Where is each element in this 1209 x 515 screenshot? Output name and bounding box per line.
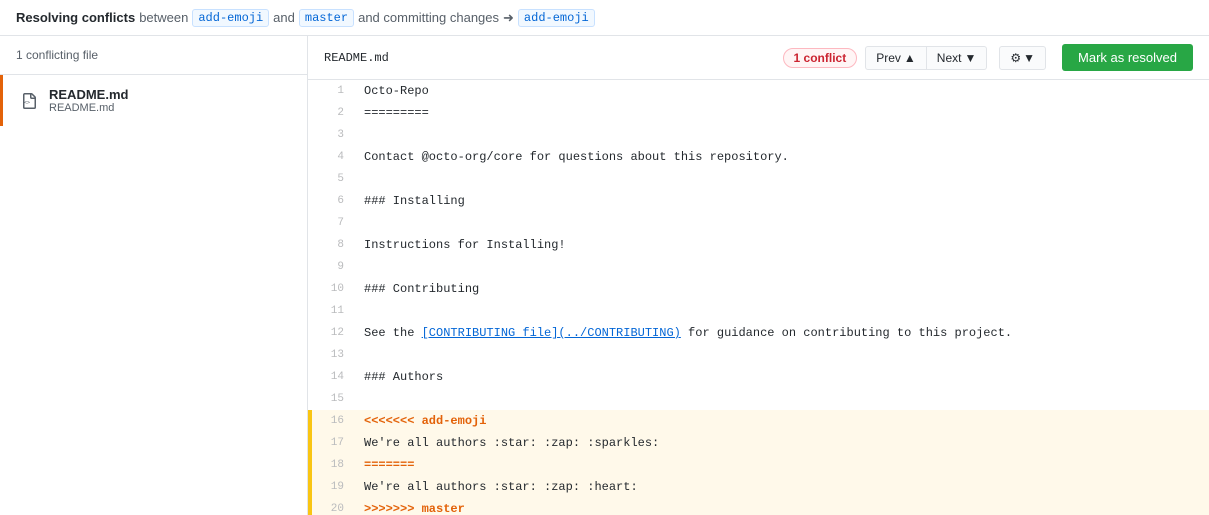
gear-button[interactable]: ⚙ ▼ — [999, 46, 1046, 70]
line-number: 11 — [312, 300, 356, 322]
sidebar: 1 conflicting file <> README.md README.m… — [0, 36, 308, 515]
prev-button[interactable]: Prev ▲ — [865, 46, 927, 70]
file-name-primary: README.md — [49, 87, 128, 102]
line-number: 14 — [312, 366, 356, 388]
line-row: 19We're all authors :star: :zap: :heart: — [308, 476, 1209, 498]
line-content: >>>>>>> master — [356, 498, 1209, 515]
and2-label: and committing changes — [358, 10, 499, 25]
code-area: 1Octo-Repo2=========34Contact @octo-org/… — [308, 80, 1209, 515]
line-row: 4Contact @octo-org/core for questions ab… — [308, 146, 1209, 168]
main-layout: 1 conflicting file <> README.md README.m… — [0, 36, 1209, 515]
line-number: 8 — [312, 234, 356, 256]
line-content — [356, 344, 1209, 366]
line-number: 3 — [312, 124, 356, 146]
file-icon: <> — [19, 91, 39, 111]
sidebar-header: 1 conflicting file — [0, 36, 307, 75]
line-row: 5 — [308, 168, 1209, 190]
line-content: ### Authors — [356, 366, 1209, 388]
contributing-link[interactable]: [CONTRIBUTING file](../CONTRIBUTING) — [422, 326, 681, 340]
line-number: 1 — [312, 80, 356, 102]
line-content: Contact @octo-org/core for questions abo… — [356, 146, 1209, 168]
line-content — [356, 124, 1209, 146]
line-row: 9 — [308, 256, 1209, 278]
line-row: 16<<<<<<< add-emoji — [308, 410, 1209, 432]
line-number: 10 — [312, 278, 356, 300]
svg-text:<>: <> — [24, 100, 30, 106]
line-row: 10### Contributing — [308, 278, 1209, 300]
sidebar-file-item[interactable]: <> README.md README.md — [0, 75, 307, 126]
line-row: 14### Authors — [308, 366, 1209, 388]
line-number: 4 — [312, 146, 356, 168]
prev-chevron-icon: ▲ — [904, 51, 916, 65]
line-content: ### Contributing — [356, 278, 1209, 300]
conflict-badge: 1 conflict — [783, 48, 858, 68]
line-row: 3 — [308, 124, 1209, 146]
branch3-badge[interactable]: add-emoji — [518, 9, 595, 27]
line-content: We're all authors :star: :zap: :sparkles… — [356, 432, 1209, 454]
branch1-badge[interactable]: add-emoji — [192, 9, 269, 27]
next-chevron-icon: ▼ — [964, 51, 976, 65]
line-number: 16 — [312, 410, 356, 432]
line-row: 2========= — [308, 102, 1209, 124]
line-number: 2 — [312, 102, 356, 124]
next-button[interactable]: Next ▼ — [927, 46, 988, 70]
line-number: 6 — [312, 190, 356, 212]
prev-label: Prev — [876, 51, 901, 65]
line-number: 15 — [312, 388, 356, 410]
line-number: 20 — [312, 498, 356, 515]
line-content — [356, 300, 1209, 322]
top-bar: Resolving conflicts between add-emoji an… — [0, 0, 1209, 36]
line-content: ======= — [356, 454, 1209, 476]
line-content — [356, 168, 1209, 190]
between-label: between — [139, 10, 188, 25]
arrow-icon: ➜ — [503, 10, 514, 26]
line-row: 11 — [308, 300, 1209, 322]
resolving-label: Resolving conflicts — [16, 10, 135, 25]
nav-buttons: Prev ▲ Next ▼ — [865, 46, 987, 70]
line-content — [356, 388, 1209, 410]
line-row: 12See the [CONTRIBUTING file](../CONTRIB… — [308, 322, 1209, 344]
file-header: README.md 1 conflict Prev ▲ Next ▼ ⚙ ▼ M… — [308, 36, 1209, 80]
line-content: <<<<<<< add-emoji — [356, 410, 1209, 432]
and1-label: and — [273, 10, 295, 25]
line-number: 18 — [312, 454, 356, 476]
line-content: Instructions for Installing! — [356, 234, 1209, 256]
line-row: 18======= — [308, 454, 1209, 476]
branch2-badge[interactable]: master — [299, 9, 354, 27]
line-content: ========= — [356, 102, 1209, 124]
mark-resolved-button[interactable]: Mark as resolved — [1062, 44, 1193, 71]
line-content — [356, 212, 1209, 234]
line-content: Octo-Repo — [356, 80, 1209, 102]
file-info: README.md README.md — [49, 87, 128, 114]
line-content: See the [CONTRIBUTING file](../CONTRIBUT… — [356, 322, 1209, 344]
line-content: We're all authors :star: :zap: :heart: — [356, 476, 1209, 498]
line-row: 7 — [308, 212, 1209, 234]
gear-icon: ⚙ — [1010, 51, 1021, 65]
line-number: 13 — [312, 344, 356, 366]
line-number: 17 — [312, 432, 356, 454]
line-number: 12 — [312, 322, 356, 344]
line-number: 7 — [312, 212, 356, 234]
content-area: README.md 1 conflict Prev ▲ Next ▼ ⚙ ▼ M… — [308, 36, 1209, 515]
line-content — [356, 256, 1209, 278]
line-row: 8Instructions for Installing! — [308, 234, 1209, 256]
line-number: 19 — [312, 476, 356, 498]
line-row: 6### Installing — [308, 190, 1209, 212]
line-row: 20>>>>>>> master — [308, 498, 1209, 515]
line-row: 17We're all authors :star: :zap: :sparkl… — [308, 432, 1209, 454]
line-number: 9 — [312, 256, 356, 278]
line-content: ### Installing — [356, 190, 1209, 212]
gear-chevron-icon: ▼ — [1023, 51, 1035, 65]
line-row: 15 — [308, 388, 1209, 410]
line-number: 5 — [312, 168, 356, 190]
line-row: 13 — [308, 344, 1209, 366]
file-header-name: README.md — [324, 51, 775, 65]
next-label: Next — [937, 51, 962, 65]
file-name-secondary: README.md — [49, 102, 128, 114]
line-row: 1Octo-Repo — [308, 80, 1209, 102]
